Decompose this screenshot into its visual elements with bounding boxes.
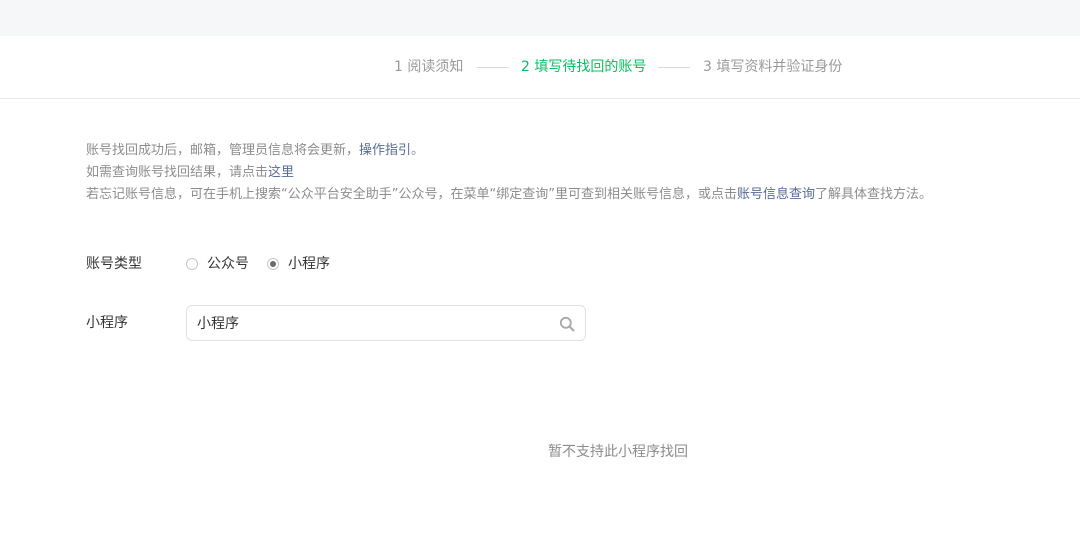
mini-program-search-box <box>186 305 586 341</box>
account-type-label: 账号类型 <box>86 256 142 272</box>
radio-mini-program-label: 小程序 <box>288 256 330 272</box>
account-type-radio-group: 公众号 小程序 <box>186 254 348 274</box>
notice-line-1: 账号找回成功后，邮箱，管理员信息将会更新，操作指引。 <box>86 143 425 158</box>
notice-text: 账号找回成功后，邮箱，管理员信息将会更新，操作指引。 如需查询账号找回结果，请点… <box>86 140 932 206</box>
step-divider-1 <box>477 67 509 68</box>
mini-program-search-input[interactable] <box>197 306 547 340</box>
radio-official-account[interactable]: 公众号 <box>186 254 249 274</box>
radio-mini-program-circle[interactable] <box>267 258 279 270</box>
account-info-query-link[interactable]: 账号信息查询 <box>737 187 815 202</box>
operation-guide-link[interactable]: 操作指引 <box>359 143 411 158</box>
result-message: 暂不支持此小程序找回 <box>548 444 688 460</box>
query-result-link[interactable]: 这里 <box>268 165 294 180</box>
top-header-bar <box>0 0 1080 36</box>
radio-official-account-circle[interactable] <box>186 258 198 270</box>
step-read-notice: 1 阅读须知 <box>394 59 464 75</box>
radio-mini-program[interactable]: 小程序 <box>267 254 330 274</box>
step-enter-account: 2 填写待找回的账号 <box>521 59 647 75</box>
search-icon[interactable] <box>559 316 575 332</box>
mini-program-field-label: 小程序 <box>86 315 128 331</box>
step-divider-2 <box>658 67 690 68</box>
notice-line-2: 如需查询账号找回结果，请点击这里 <box>86 165 295 180</box>
notice-line-3: 若忘记账号信息，可在手机上搜索“公众平台安全助手”公众号，在菜单“绑定查询”里可… <box>86 187 932 202</box>
step-verify-identity: 3 填写资料并验证身份 <box>703 59 843 75</box>
progress-steps: 1 阅读须知 2 填写待找回的账号 3 填写资料并验证身份 <box>0 36 1080 99</box>
radio-official-account-label: 公众号 <box>207 256 249 272</box>
